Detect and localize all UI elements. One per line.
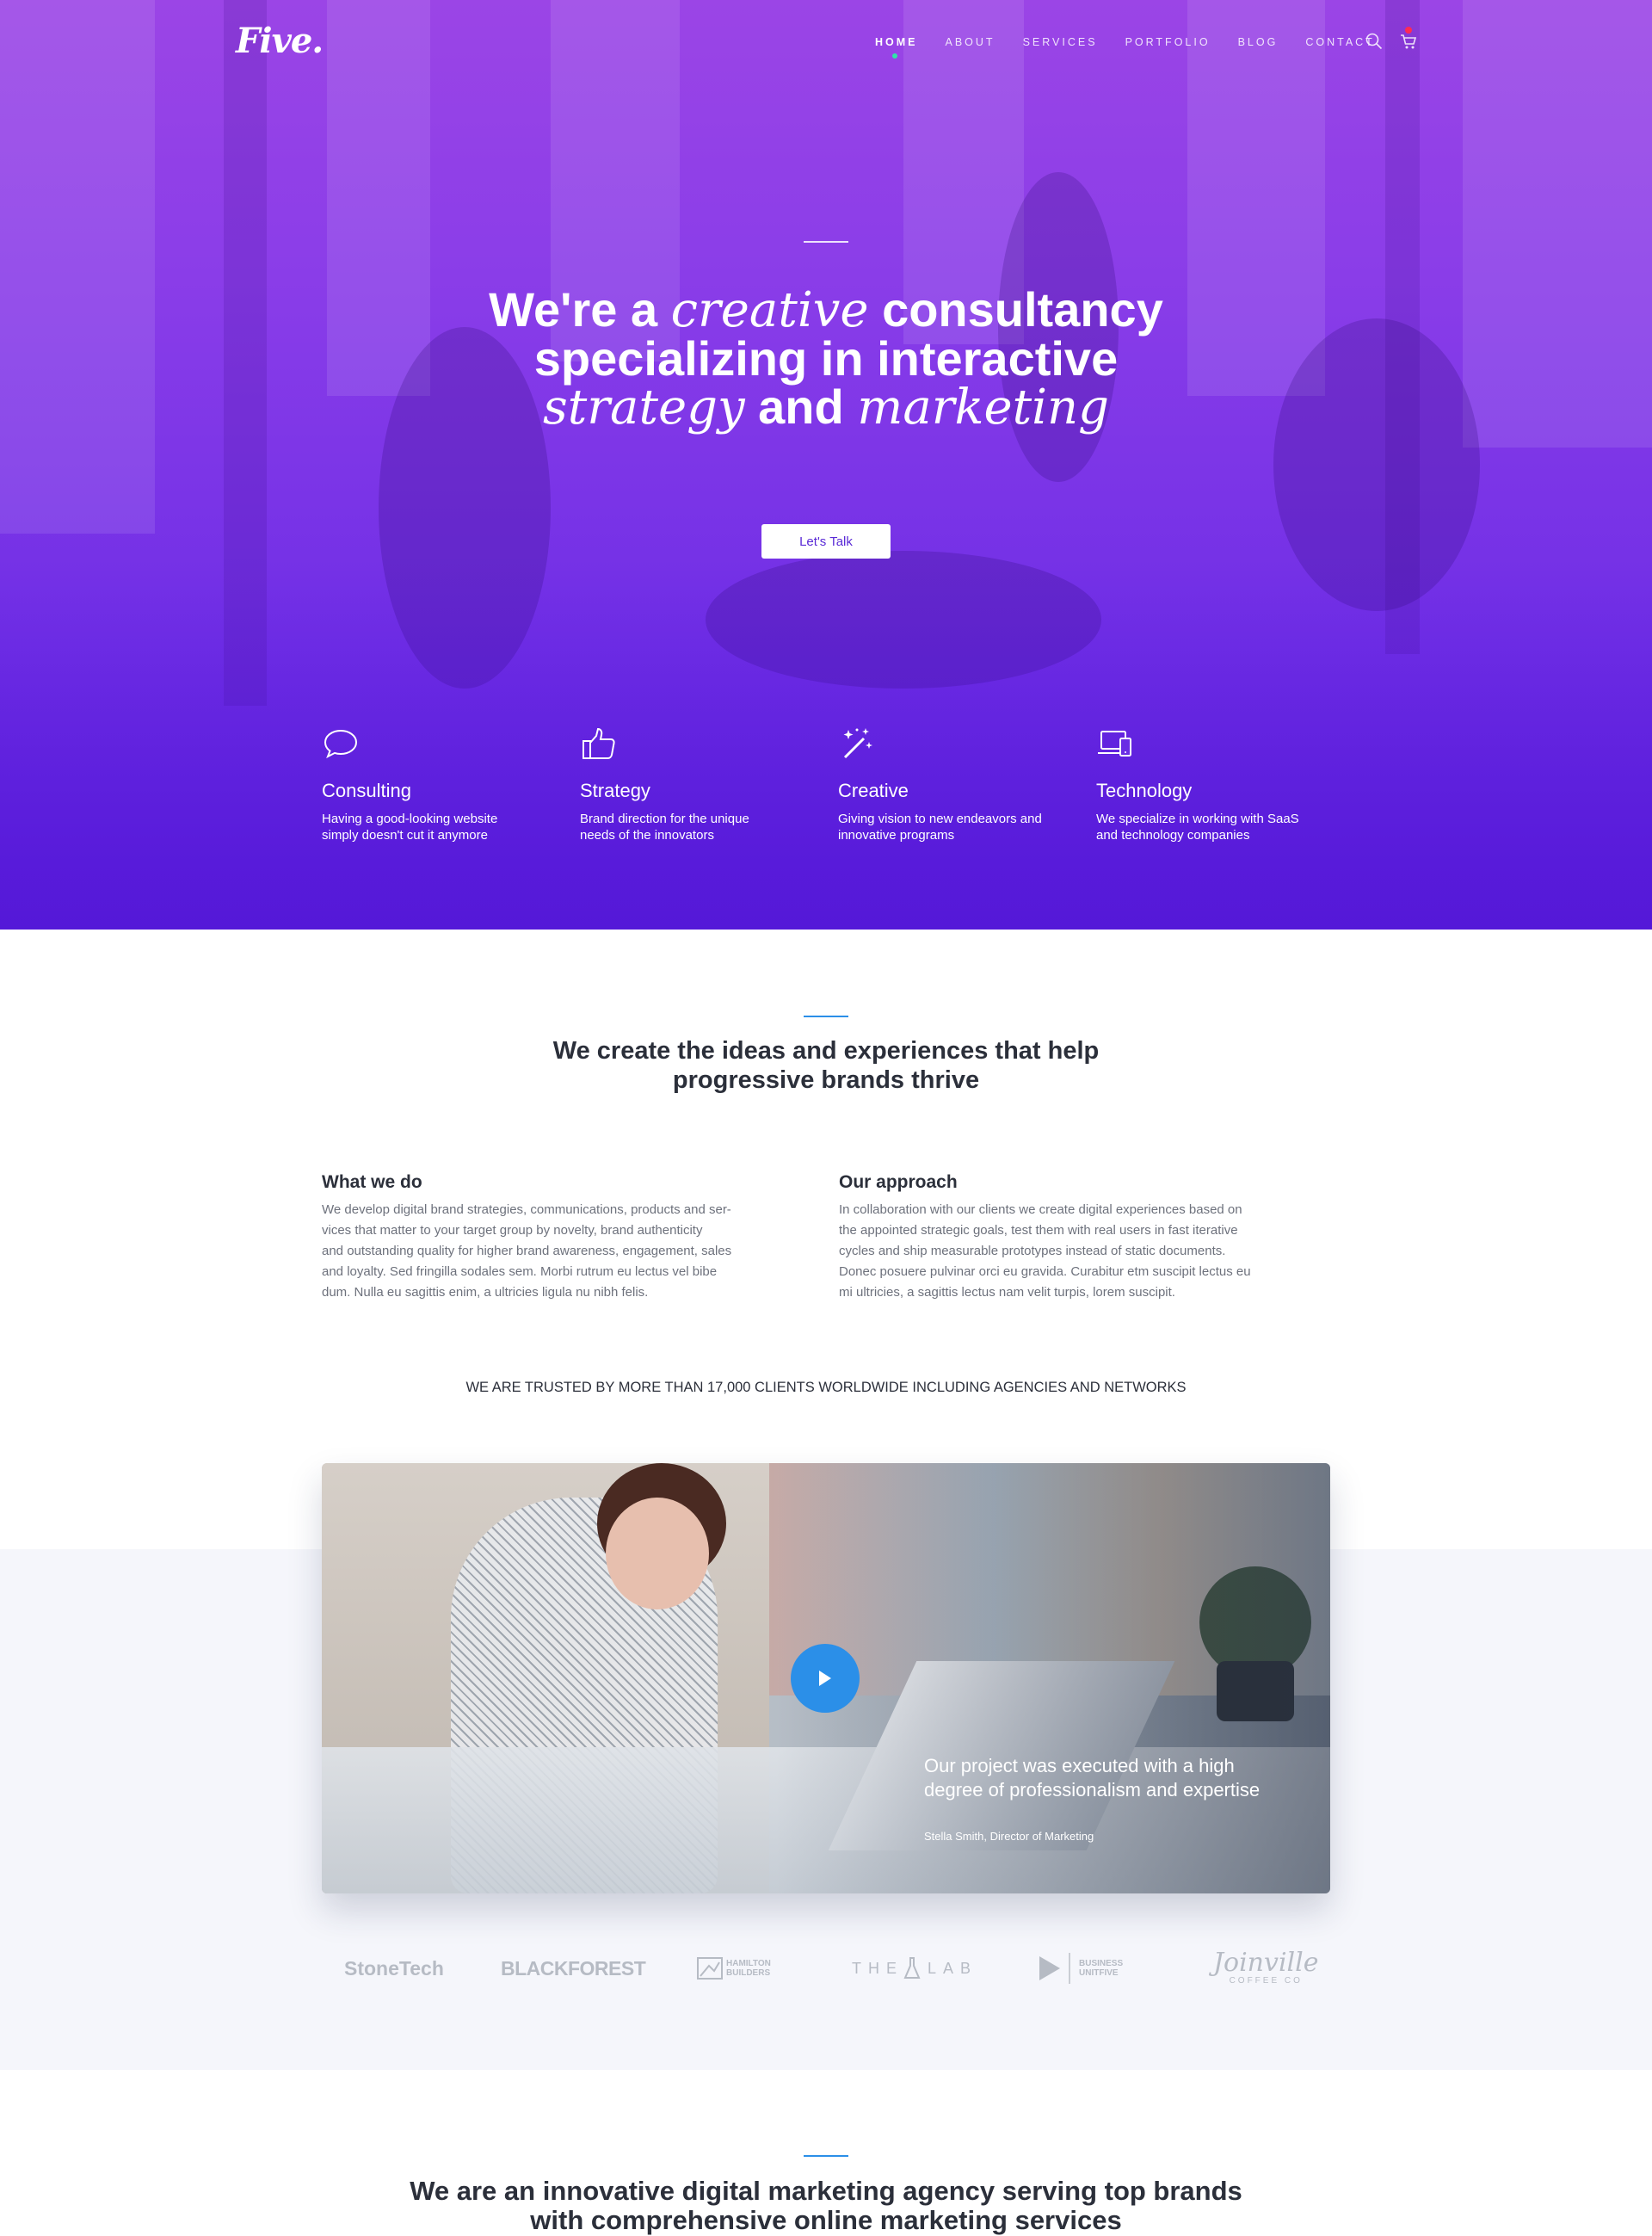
- magic-wand-icon: [843, 728, 872, 759]
- what-we-do-text: We develop digital brand strategies, com…: [322, 1202, 732, 1300]
- feature-consulting: Consulting Having a good-looking website…: [322, 725, 563, 843]
- hamilton-builders-logo: HAMILTON BUILDERS: [697, 1947, 771, 1990]
- thelab-word-1: THE: [852, 1959, 903, 1977]
- joinville-coffee-logo: Joinville COFFEE CO: [1213, 1947, 1319, 1990]
- thelab-word-2: LAB: [928, 1959, 978, 1977]
- testimonial-video-card[interactable]: Our project was executed with a high degr…: [322, 1463, 1330, 1893]
- ideas-heading-line: progressive brands thrive: [672, 1066, 980, 1094]
- hero-section: Five. HOME ABOUT SERVICES PORTFOLIO BLOG…: [0, 0, 1652, 930]
- hero-headline-text: and: [758, 380, 844, 434]
- our-approach-text: In collaboration with our clients we cre…: [839, 1202, 1251, 1300]
- feature-title: Technology: [1096, 780, 1193, 801]
- section-divider: [804, 1016, 848, 1017]
- play-icon: [819, 1671, 831, 1686]
- agency-heading-line: with comprehensive online marketing serv…: [530, 2205, 1122, 2235]
- flask-icon: [903, 1957, 921, 1979]
- nav-menu: HOME ABOUT SERVICES PORTFOLIO BLOG CONTA…: [875, 36, 1402, 59]
- hero-headline-text: specializing in interactive: [533, 331, 1119, 386]
- blackforest-logo: BLACKFOREST: [501, 1956, 646, 1980]
- business-unitfive-logo: BUSINESS UNITFIVE: [1039, 1947, 1123, 1990]
- business-line-1: BUSINESS: [1079, 1959, 1124, 1968]
- nav-item-label: PORTFOLIO: [1125, 36, 1211, 48]
- ideas-heading-line: We create the ideas and experiences that…: [552, 1037, 1100, 1065]
- stonetech-logo: StoneTech: [344, 1956, 444, 1980]
- what-we-do-title: What we do: [322, 1172, 422, 1192]
- lets-talk-button[interactable]: Let's Talk: [761, 524, 891, 559]
- thumbs-up-icon: [583, 727, 615, 759]
- nav-item-home[interactable]: HOME: [875, 36, 918, 59]
- trusted-by-text: WE ARE TRUSTED BY MORE THAN 17,000 CLIEN…: [465, 1380, 1187, 1395]
- play-video-button[interactable]: [791, 1644, 860, 1713]
- active-indicator-dot: [891, 53, 897, 59]
- nav-item-blog[interactable]: BLOG: [1238, 36, 1279, 48]
- hero-headline-italic: strategy: [543, 380, 745, 435]
- feature-technology: Technology We specialize in working with…: [1096, 725, 1337, 843]
- nav-item-label: HOME: [875, 36, 918, 48]
- business-line-2: UNITFIVE: [1079, 1968, 1119, 1978]
- client-logos: StoneTech BLACKFOREST HAMILTON BUILDERS …: [322, 1947, 1330, 1990]
- feature-creative: Creative Giving vision to new endeavors …: [838, 725, 1079, 843]
- the-lab-logo: THE LAB: [852, 1947, 977, 1990]
- speech-bubble-icon: [324, 729, 358, 759]
- feature-description: Having a good-looking website simply does…: [322, 812, 498, 843]
- feature-title: Creative: [838, 780, 909, 801]
- nav-item-services[interactable]: SERVICES: [1023, 36, 1098, 48]
- play-triangle-icon: [1039, 1956, 1060, 1980]
- testimonial-quote: Our project was executed with a high degr…: [924, 1755, 1261, 1801]
- testimonial-author: Stella Smith, Director of Marketing: [924, 1830, 1094, 1843]
- hero-headline-italic: marketing: [857, 380, 1109, 435]
- nav-item-label: SERVICES: [1022, 36, 1098, 48]
- search-icon[interactable]: [1365, 32, 1384, 51]
- hero-headline-italic: creative: [670, 282, 869, 338]
- feature-description: Brand direction for the unique needs of t…: [580, 812, 749, 843]
- our-approach-title: Our approach: [839, 1172, 958, 1192]
- devices-icon: [1098, 731, 1131, 757]
- joinville-script: Joinville: [1213, 1948, 1319, 1978]
- agency-heading-line: We are an innovative digital marketing a…: [410, 2176, 1242, 2206]
- hero-headline: We're a creative consultancy specializin…: [396, 286, 1256, 432]
- hamilton-line-1: HAMILTON: [726, 1959, 771, 1968]
- joinville-subtitle: COFFEE CO: [1229, 1976, 1303, 1986]
- hamilton-line-2: BUILDERS: [726, 1968, 771, 1978]
- hero-headline-text: consultancy: [882, 282, 1163, 337]
- section-divider: [804, 2155, 848, 2157]
- cart-count-badge: [1405, 27, 1412, 34]
- nav-item-label: BLOG: [1237, 36, 1279, 48]
- hero-divider: [804, 241, 848, 243]
- feature-title: Strategy: [580, 780, 650, 801]
- feature-description: Giving vision to new endeavors and innova…: [838, 812, 1042, 843]
- top-navigation: Five. HOME ABOUT SERVICES PORTFOLIO BLOG…: [0, 0, 1652, 86]
- nav-item-about[interactable]: ABOUT: [946, 36, 996, 48]
- hamilton-mark-icon: [697, 1957, 723, 1980]
- feature-title: Consulting: [322, 780, 411, 801]
- hero-headline-text: We're a: [489, 282, 658, 337]
- brand-logo[interactable]: Five.: [236, 21, 324, 61]
- cart-icon[interactable]: [1399, 32, 1418, 51]
- feature-description: We specialize in working with SaaS and te…: [1096, 812, 1299, 843]
- ideas-heading: We create the ideas and experiences that…: [396, 1036, 1256, 1095]
- nav-item-portfolio[interactable]: PORTFOLIO: [1125, 36, 1211, 48]
- hero-background-photo: [0, 0, 1652, 930]
- nav-item-label: ABOUT: [945, 36, 996, 48]
- agency-heading: We are an innovative digital marketing a…: [310, 2177, 1342, 2235]
- feature-strategy: Strategy Brand direction for the unique n…: [580, 725, 821, 843]
